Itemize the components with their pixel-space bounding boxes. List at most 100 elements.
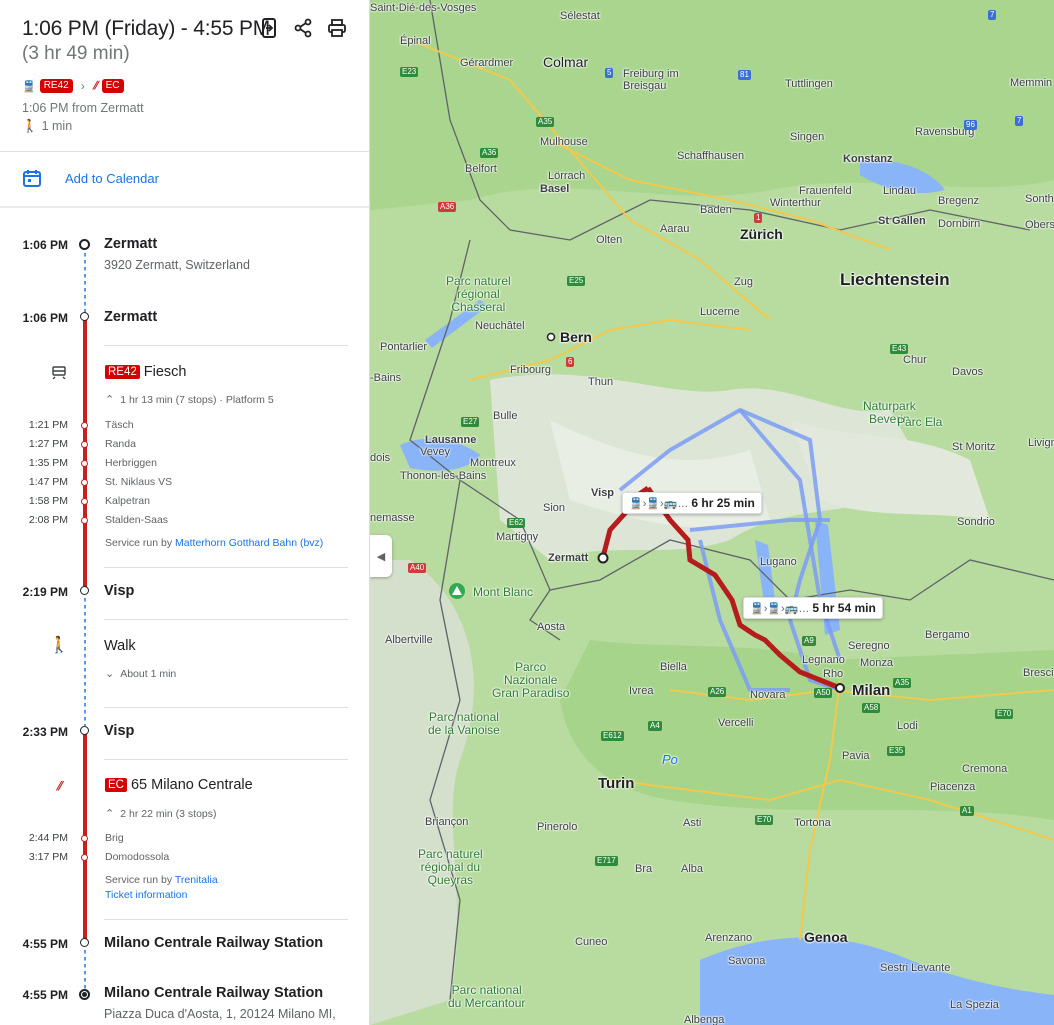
map-label: Cuneo [575, 936, 608, 948]
leg1-details-toggle[interactable]: ⌃ 1 hr 13 min (7 stops) · Platform 5 [105, 393, 274, 407]
map-label: Fribourg [510, 364, 551, 376]
map-label: La Spezia [950, 999, 999, 1011]
board1-node [80, 312, 89, 321]
end-time: 4:55 PM [22, 988, 68, 1002]
map-label: Bulle [493, 410, 518, 422]
add-to-calendar-button[interactable]: Add to Calendar [22, 168, 159, 193]
stop-time: 1:58 PM [28, 495, 68, 507]
map-label: Novara [750, 689, 786, 701]
map-label: Sion [543, 502, 566, 514]
map-label: nemasse [370, 512, 415, 524]
map-label: Legnano [802, 654, 845, 666]
map-canvas[interactable]: Sélestat Saint-Dié-des-Vosges Épinal Gér… [370, 0, 1054, 1025]
map-label: St Gallen [878, 215, 926, 227]
road-shield: E70 [755, 815, 774, 825]
print-icon[interactable] [326, 16, 348, 40]
alight1-stop-name[interactable]: Visp [104, 583, 134, 599]
divider [104, 759, 348, 760]
map-label: Tuttlingen [785, 78, 833, 90]
stop-node [81, 854, 88, 861]
map-label: Briançon [425, 816, 469, 828]
road-shield: E35 [887, 746, 906, 756]
road-shield: 96 [964, 120, 977, 130]
stop-time: 1:47 PM [28, 476, 68, 488]
map-label: Vercelli [718, 717, 754, 729]
road-shield: E25 [567, 276, 586, 286]
stop-name: St. Niklaus VS [105, 476, 173, 488]
board2-stop-name[interactable]: Visp [104, 723, 134, 739]
map-label: Davos [952, 366, 984, 378]
stop-name: Randa [105, 438, 136, 450]
road-shield: A1 [960, 806, 974, 816]
map-label: Piacenza [930, 781, 976, 793]
collapse-panel-button[interactable]: ◀ [370, 535, 392, 577]
walk-dotted-line [84, 598, 86, 726]
leg1-details: 1 hr 13 min (7 stops) · Platform 5 [120, 393, 274, 406]
walk-dotted-line [84, 950, 86, 990]
road-shield: A4 [648, 721, 662, 731]
map-label: Zermatt [548, 552, 589, 564]
map-label: Neuchâtel [475, 320, 525, 332]
map-label: Parc naturel régional du Queyras [418, 847, 483, 887]
map-label: Mulhouse [540, 136, 588, 148]
map-label: Asti [683, 817, 702, 829]
map-label: Aarau [660, 223, 690, 235]
stop-time: 3:17 PM [28, 851, 68, 863]
map-label: Sestri Levante [880, 962, 951, 974]
map-label: Seregno [848, 640, 890, 652]
map-label: Aosta [537, 621, 566, 633]
leg2-details-toggle[interactable]: ⌃ 2 hr 22 min (3 stops) [105, 807, 217, 821]
map-label: Winterthur [770, 197, 821, 209]
leg2-operator-link[interactable]: Trenitalia [175, 874, 218, 886]
road-shield: A35 [536, 117, 555, 127]
walk-icon: 🚶 [22, 119, 38, 133]
map-label: Parc national de la Vanoise [428, 710, 500, 737]
map-label: Gérardmer [460, 57, 514, 69]
route-option-callout[interactable]: 🚆›🚆›🚌… 6 hr 25 min [622, 492, 762, 514]
leg2-details: 2 hr 22 min (3 stops) [120, 807, 217, 820]
walk-summary-text: 1 min [41, 119, 73, 133]
map-label: Colmar [543, 54, 589, 70]
stop-time: 2:08 PM [28, 514, 68, 526]
chevron-up-icon: ⌃ [105, 394, 115, 406]
send-to-phone-icon[interactable] [258, 16, 280, 40]
walk-details-toggle[interactable]: ⌄ About 1 min [105, 667, 177, 681]
header-actions [258, 16, 348, 40]
map-label: Ivrea [629, 685, 654, 697]
road-shield: A9 [802, 636, 816, 646]
walk-details: About 1 min [120, 667, 177, 680]
start-stop-name[interactable]: Zermatt [104, 236, 157, 252]
alight2-stop-name[interactable]: Milano Centrale Railway Station [104, 935, 323, 951]
trip-duration: (3 hr 49 min) [22, 43, 130, 64]
leg1-operator-link[interactable]: Matterhorn Gotthard Bahn (bvz) [175, 537, 323, 549]
trip-header: 1:06 PM (Friday) - 4:55 PM (3 hr 49 min) [22, 16, 362, 66]
end-stop-name[interactable]: Milano Centrale Railway Station [104, 985, 323, 1001]
route-option-callout[interactable]: 🚆›🚆›🚌… 5 hr 54 min [743, 597, 883, 619]
map-label: Savona [728, 955, 766, 967]
leg2-service-prefix: Service run by [105, 874, 173, 886]
stop-name: Stalden-Saas [105, 514, 169, 526]
map-label: Obers [1025, 219, 1054, 231]
road-shield: E23 [400, 67, 419, 77]
chevron-down-icon: ⌄ [105, 668, 115, 680]
map-label: Saint-Dié-des-Vosges [370, 2, 477, 14]
road-shield: A36 [480, 148, 499, 158]
walk-label: Walk [104, 638, 136, 654]
map-label: Liechtenstein [840, 270, 950, 289]
road-shield: A58 [862, 703, 881, 713]
ticket-information-link[interactable]: Ticket information [105, 889, 187, 901]
leg2-headsign: 65 Milano Centrale [130, 777, 253, 793]
stop-time: 1:35 PM [28, 457, 68, 469]
map-label: Sondrio [957, 516, 995, 528]
map-label: Turin [598, 775, 635, 792]
road-shield: 7 [988, 10, 997, 20]
board1-stop-name[interactable]: Zermatt [104, 309, 157, 325]
departure-info: 1:06 PM from Zermatt [22, 101, 144, 115]
route-summary-chips: 🚆 RE42 › ⫽ EC [22, 79, 124, 93]
road-shield: 81 [738, 70, 751, 80]
alight2-time: 4:55 PM [22, 937, 68, 951]
share-icon[interactable] [292, 16, 314, 40]
leg1-title[interactable]: RE42 Fiesch [105, 364, 187, 380]
leg2-title[interactable]: EC 65 Milano Centrale [105, 777, 253, 793]
map-label: Martigny [496, 531, 539, 543]
